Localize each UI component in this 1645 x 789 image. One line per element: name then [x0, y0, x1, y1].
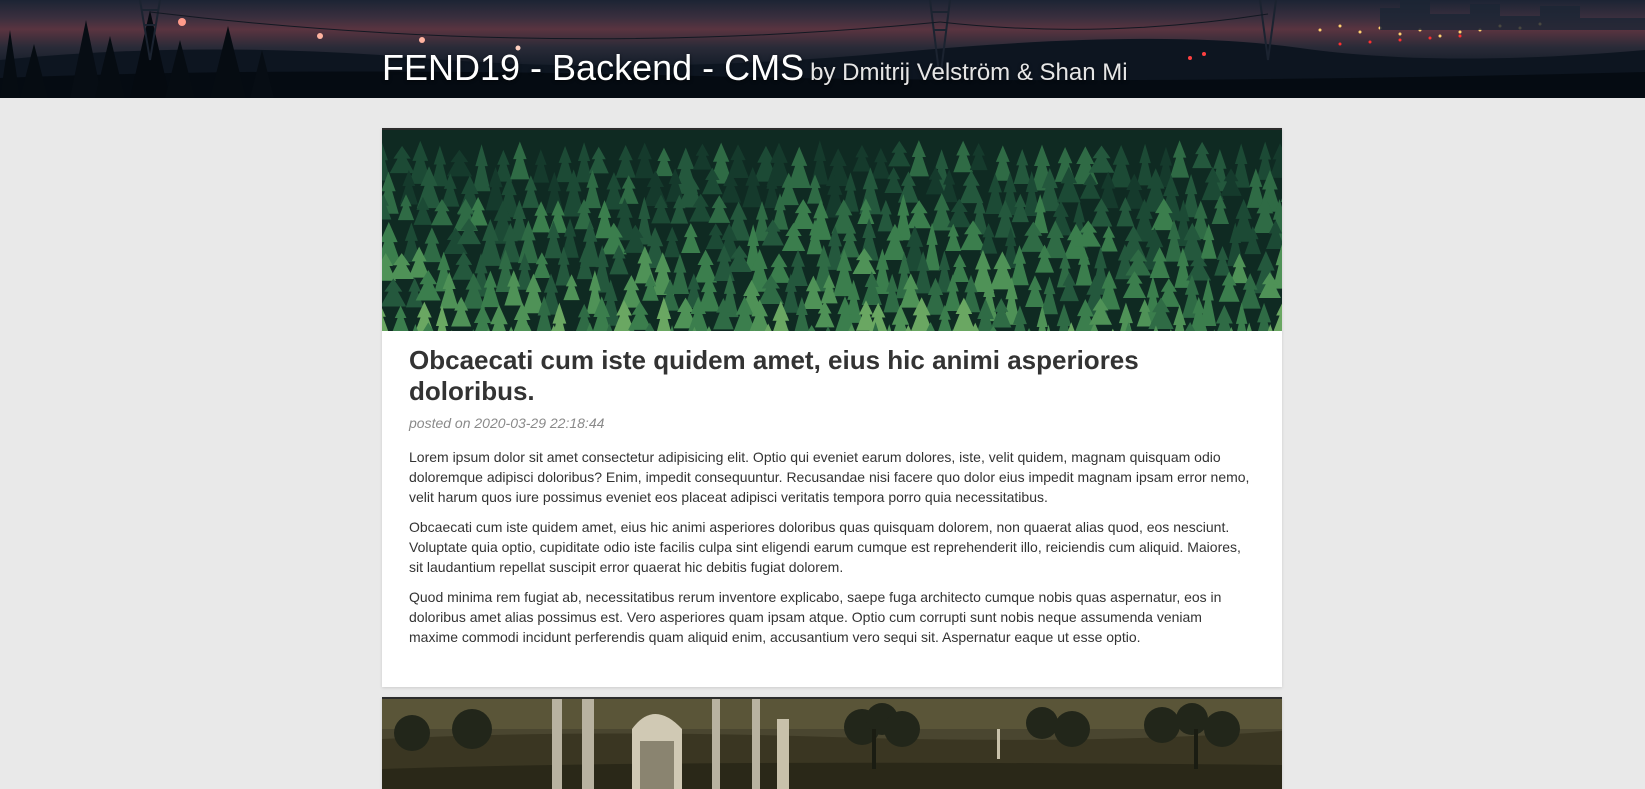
post-card: Obcaecati cum iste quidem amet, eius hic… — [382, 128, 1282, 687]
post-image — [382, 699, 1282, 789]
post-paragraph: Quod minima rem fugiat ab, necessitatibu… — [409, 587, 1254, 647]
site-title: FEND19 - Backend - CMSby Dmitrij Velströ… — [382, 48, 1128, 93]
ruins-landscape-image — [382, 699, 1282, 789]
pine-forest-image — [382, 130, 1282, 331]
post-paragraph: Obcaecati cum iste quidem amet, eius hic… — [409, 517, 1254, 577]
post-title[interactable]: Obcaecati cum iste quidem amet, eius hic… — [409, 345, 1254, 407]
post-date: posted on 2020-03-29 22:18:44 — [409, 415, 1254, 431]
site-subtitle: by Dmitrij Velström & Shan Mi — [810, 59, 1127, 86]
post-body: Obcaecati cum iste quidem amet, eius hic… — [382, 331, 1282, 647]
site-title-text: FEND19 - Backend - CMS — [382, 47, 804, 88]
site-header: FEND19 - Backend - CMSby Dmitrij Velströ… — [0, 0, 1645, 98]
post-card — [382, 697, 1282, 789]
post-image — [382, 130, 1282, 331]
post-paragraph: Lorem ipsum dolor sit amet consectetur a… — [409, 447, 1254, 507]
